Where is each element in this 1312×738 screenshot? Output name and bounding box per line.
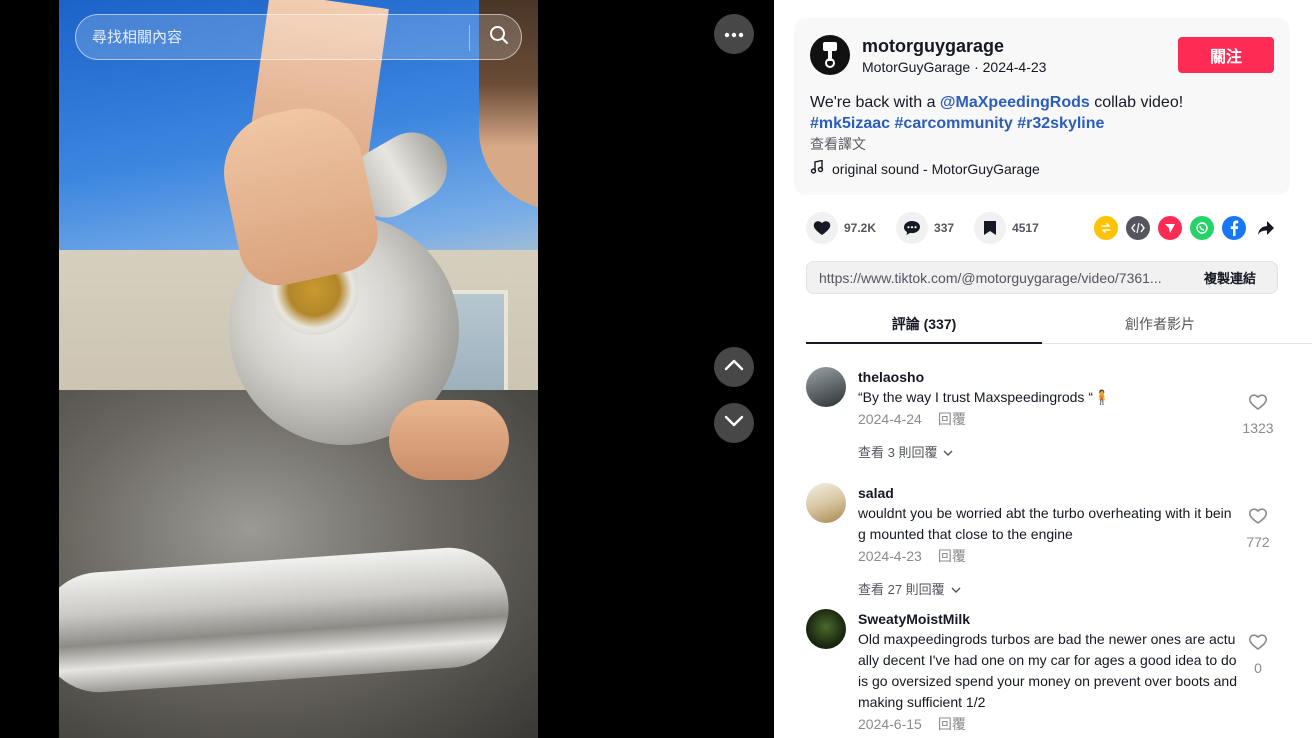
view-replies-label: 查看 3 則回覆 [858, 445, 938, 460]
comment-like[interactable]: 772 [1238, 507, 1278, 550]
search-input[interactable] [92, 15, 462, 59]
chevron-down-icon [724, 414, 744, 432]
music-note-icon [810, 159, 824, 177]
next-video-button[interactable] [714, 403, 754, 443]
comment-text: wouldnt you be worried abt the turbo ove… [858, 505, 1232, 542]
save-count: 4517 [1012, 221, 1039, 235]
view-replies-label: 查看 27 則回覆 [858, 582, 945, 597]
share-buttons [1094, 216, 1278, 240]
tab-comments[interactable]: 評論 (337) [806, 306, 1042, 344]
comment-like-count: 1323 [1242, 420, 1274, 436]
more-options-button[interactable] [714, 14, 754, 54]
music-title: original sound - MotorGuyGarage [832, 160, 1040, 177]
author-avatar[interactable] [810, 35, 850, 75]
comment-meta: 2024-6-15 回覆 [858, 714, 1238, 734]
whatsapp-icon[interactable] [1190, 216, 1214, 240]
details-panel: motorguygarage MotorGuyGarage · 2024-4-2… [774, 0, 1312, 738]
heart-outline-icon [1248, 508, 1268, 529]
chevron-up-icon [724, 358, 744, 376]
like-action[interactable]: 97.2K [806, 212, 876, 244]
translate-link[interactable]: 查看譯文 [810, 134, 866, 154]
post-info-card: motorguygarage MotorGuyGarage · 2024-4-2… [794, 18, 1290, 195]
comment-list: thelaosho “By the way I trust Maxspeedin… [774, 345, 1312, 738]
like-count: 97.2K [844, 221, 877, 235]
commenter-avatar[interactable] [806, 483, 846, 523]
hashtag-link[interactable]: #r32skyline [1017, 115, 1104, 132]
view-replies-link[interactable]: 查看 27 則回覆 [858, 579, 1238, 598]
music-link[interactable]: original sound - MotorGuyGarage [810, 159, 1040, 177]
comment-body: SweatyMoistMilk Old maxpeedingrods turbo… [858, 609, 1238, 734]
video-pane [0, 0, 774, 738]
author-subline: MotorGuyGarage · 2024-4-23 [862, 59, 1046, 75]
comment-body: thelaosho “By the way I trust Maxspeedin… [858, 367, 1238, 461]
share-link-box: https://www.tiktok.com/@motorguygarage/v… [806, 261, 1278, 294]
bookmark-icon [974, 212, 1007, 244]
description-text: We're back with a [810, 94, 940, 111]
post-date: 2024-4-23 [982, 59, 1047, 75]
panel-tabs: 評論 (337) 創作者影片 [806, 306, 1312, 344]
comment-like[interactable]: 1323 [1238, 393, 1278, 436]
view-replies-link[interactable]: 查看 3 則回覆 [858, 442, 1238, 461]
engagement-actions: 97.2K 337 4517 [806, 212, 1059, 244]
comment-date: 2024-6-15 [858, 716, 922, 732]
search-bar [75, 14, 522, 60]
reply-link[interactable]: 回覆 [938, 716, 966, 732]
comment-bubble-icon [896, 212, 929, 244]
embed-icon[interactable] [1126, 216, 1150, 240]
video-hand-lower [389, 400, 509, 480]
search-icon [489, 25, 509, 50]
send-icon[interactable] [1158, 216, 1182, 240]
post-description: We're back with a @MaXpeedingRods collab… [810, 92, 1280, 134]
hashtag-link[interactable]: #carcommunity [895, 115, 1013, 132]
follow-button[interactable]: 關注 [1178, 37, 1274, 73]
mention-link[interactable]: @MaXpeedingRods [940, 94, 1090, 111]
reply-link[interactable]: 回覆 [938, 548, 966, 564]
heart-icon [806, 212, 838, 244]
comment-body: salad wouldnt you be worried abt the tur… [858, 483, 1238, 598]
video-url[interactable]: https://www.tiktok.com/@motorguygarage/v… [819, 270, 1189, 286]
reply-link[interactable]: 回覆 [938, 411, 966, 427]
heart-outline-icon [1248, 634, 1268, 655]
search-button[interactable] [476, 15, 522, 59]
comment-date: 2024-4-24 [858, 411, 922, 427]
comment-count: 337 [934, 221, 955, 235]
comment-meta: 2024-4-24 回覆 [858, 409, 1238, 429]
description-text-end: collab video! [1089, 94, 1184, 111]
comment-date: 2024-4-23 [858, 548, 922, 564]
copy-link-button[interactable]: 複製連結 [1183, 262, 1277, 293]
chevron-down-icon [943, 444, 953, 459]
comment-like-count: 0 [1254, 660, 1262, 676]
comment-like-count: 772 [1246, 534, 1270, 550]
commenter-username[interactable]: salad [858, 483, 1238, 503]
hashtag-link[interactable]: #mk5izaac [810, 115, 890, 132]
chevron-down-icon [951, 581, 961, 596]
commenter-username[interactable]: SweatyMoistMilk [858, 609, 1238, 629]
facebook-icon[interactable] [1222, 216, 1246, 240]
tiktok-video-page: motorguygarage MotorGuyGarage · 2024-4-2… [0, 0, 1312, 738]
separator-dot: · [974, 59, 983, 75]
commenter-username[interactable]: thelaosho [858, 367, 1238, 387]
save-action[interactable]: 4517 [974, 212, 1039, 244]
video-player[interactable] [59, 0, 538, 738]
share-arrow-icon[interactable] [1254, 216, 1278, 240]
comment-text: “By the way I trust Maxspeedingrods “🧍 [858, 389, 1111, 405]
commenter-avatar[interactable] [806, 609, 846, 649]
search-divider [469, 25, 470, 51]
comment-action[interactable]: 337 [896, 212, 954, 244]
comment-text: Old maxpeedingrods turbos are bad the ne… [858, 631, 1238, 710]
author-display-name: MotorGuyGarage [862, 59, 971, 75]
comment-like[interactable]: 0 [1238, 633, 1278, 676]
repost-icon[interactable] [1094, 216, 1118, 240]
more-dots-icon [724, 25, 744, 43]
comment-meta: 2024-4-23 回覆 [858, 546, 1238, 566]
heart-outline-icon [1248, 394, 1268, 415]
commenter-avatar[interactable] [806, 367, 846, 407]
author-username[interactable]: motorguygarage [862, 36, 1004, 57]
previous-video-button[interactable] [714, 347, 754, 387]
tab-creator-videos[interactable]: 創作者影片 [1042, 306, 1278, 344]
